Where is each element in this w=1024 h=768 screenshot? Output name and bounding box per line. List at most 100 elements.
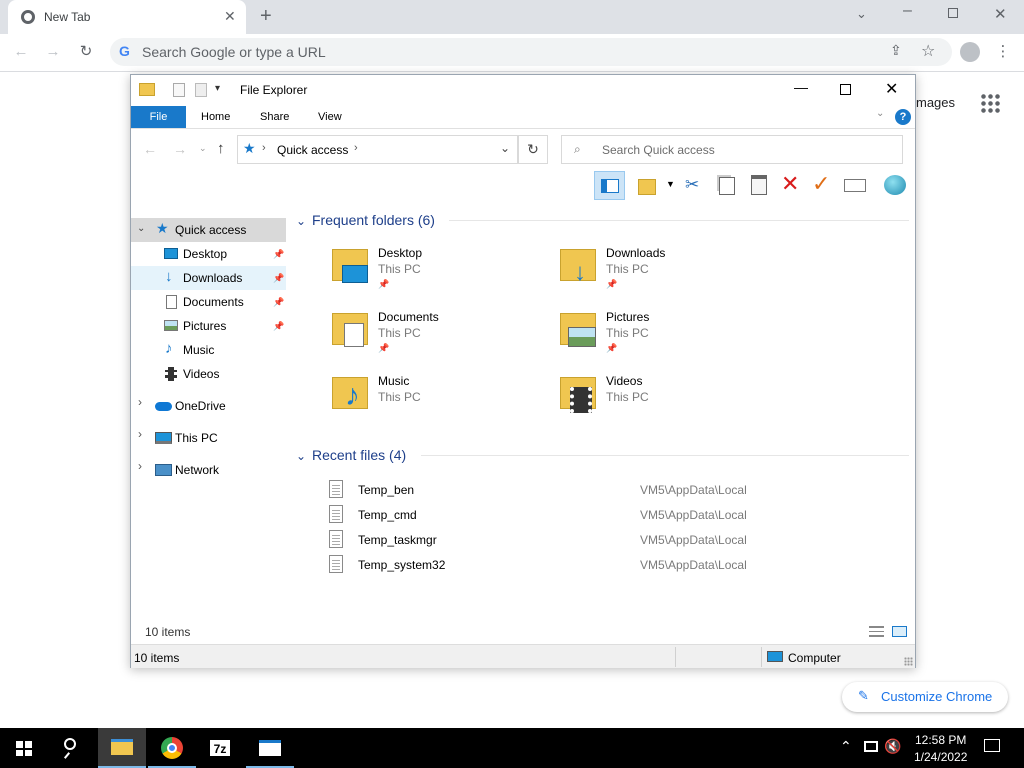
nav-item-desktop[interactable]: Desktop 📌 bbox=[131, 242, 286, 266]
apps-grid-icon[interactable] bbox=[980, 93, 1000, 113]
nav-item-this-pc[interactable]: › This PC bbox=[131, 426, 286, 450]
pin-icon[interactable]: 📌 bbox=[273, 297, 284, 308]
clock-time[interactable]: 12:58 PM bbox=[915, 733, 966, 747]
omnibox[interactable]: G Search Google or type a URL ⇪ ☆ bbox=[110, 38, 952, 66]
folder-tile-desktop[interactable]: Desktop This PC 📌 bbox=[327, 241, 537, 293]
nav-back-icon[interactable]: ← bbox=[143, 141, 157, 157]
forward-icon[interactable]: → bbox=[42, 42, 64, 62]
collapse-chevron-icon[interactable]: ⌄ bbox=[137, 223, 145, 234]
file-path: VM5\AppData\Local bbox=[640, 483, 747, 497]
folder-name: Downloads bbox=[606, 246, 666, 260]
frequent-folders-header[interactable]: Frequent folders (6) bbox=[312, 212, 435, 228]
expand-chevron-icon[interactable]: › bbox=[138, 459, 142, 473]
folder-tile-documents[interactable]: Documents This PC 📌 bbox=[327, 305, 537, 357]
copy-icon[interactable] bbox=[719, 177, 735, 195]
ribbon-tab-home[interactable]: Home bbox=[201, 108, 230, 126]
recent-file-row[interactable]: Temp_system32 VM5\AppData\Local bbox=[321, 553, 911, 577]
recent-locations-icon[interactable]: ⌄ bbox=[199, 143, 207, 154]
frequent-collapse-icon[interactable]: ⌄ bbox=[296, 214, 306, 228]
profile-avatar[interactable] bbox=[960, 42, 980, 62]
ribbon-tab-view[interactable]: View bbox=[318, 108, 342, 126]
nav-item-videos[interactable]: Videos bbox=[131, 362, 286, 386]
images-link[interactable]: mages bbox=[916, 95, 955, 110]
ribbon-tab-share[interactable]: Share bbox=[260, 108, 289, 126]
delete-icon[interactable]: ✕ bbox=[781, 171, 799, 197]
new-tab-icon[interactable]: + bbox=[260, 5, 272, 28]
restore-icon[interactable] bbox=[948, 8, 958, 18]
explorer-close-icon[interactable]: ✕ bbox=[885, 79, 898, 99]
address-bar[interactable]: ★ › Quick access › ⌄ bbox=[237, 135, 518, 164]
new-folder-icon[interactable] bbox=[638, 179, 656, 195]
resize-grip-icon[interactable] bbox=[904, 657, 913, 666]
taskbar-chrome[interactable] bbox=[148, 728, 196, 768]
taskbar-explorer[interactable] bbox=[98, 728, 146, 768]
recent-collapse-icon[interactable]: ⌄ bbox=[296, 449, 306, 463]
reload-icon[interactable]: ↻ bbox=[75, 42, 97, 62]
tab-search-icon[interactable]: ⌄ bbox=[856, 6, 867, 22]
folder-tile-downloads[interactable]: ↓ Downloads This PC 📌 bbox=[555, 241, 765, 293]
minimize-icon[interactable]: – bbox=[903, 2, 912, 20]
nav-label-music: Music bbox=[183, 343, 215, 357]
expand-chevron-icon[interactable]: › bbox=[138, 395, 142, 409]
paste-icon[interactable] bbox=[751, 175, 767, 195]
recent-file-row[interactable]: Temp_taskmgr VM5\AppData\Local bbox=[321, 528, 911, 552]
cut-icon[interactable]: ✂ bbox=[685, 175, 699, 195]
taskbar-search-button[interactable] bbox=[48, 728, 96, 768]
nav-item-music[interactable]: ♪ Music bbox=[131, 338, 286, 362]
close-icon[interactable]: ✕ bbox=[994, 5, 1007, 23]
recent-file-row[interactable]: Temp_ben VM5\AppData\Local bbox=[321, 478, 911, 502]
layout-pane-button[interactable] bbox=[594, 171, 625, 200]
explorer-minimize-icon[interactable]: — bbox=[794, 79, 808, 95]
nav-forward-icon[interactable]: → bbox=[173, 141, 187, 157]
pin-icon[interactable]: 📌 bbox=[273, 273, 284, 284]
tiles-view-icon[interactable] bbox=[892, 626, 907, 637]
address-dropdown-icon[interactable]: ⌄ bbox=[500, 141, 510, 155]
tray-chevron-icon[interactable]: ⌃ bbox=[840, 738, 852, 755]
folder-tile-music[interactable]: ♪ Music This PC bbox=[327, 369, 537, 421]
share-icon[interactable]: ⇪ bbox=[890, 42, 902, 59]
pin-icon[interactable]: 📌 bbox=[273, 321, 284, 332]
tab-close-icon[interactable]: ✕ bbox=[224, 8, 236, 25]
folder-name: Desktop bbox=[378, 246, 423, 260]
newfolder-dropdown-icon[interactable]: ▼ bbox=[666, 179, 675, 189]
rename-icon[interactable] bbox=[844, 179, 866, 192]
pin-icon[interactable]: 📌 bbox=[273, 249, 284, 260]
ribbon-expand-icon[interactable]: ⌄ bbox=[876, 108, 884, 119]
folder-tile-pictures[interactable]: Pictures This PC 📌 bbox=[555, 305, 765, 357]
notification-icon[interactable] bbox=[984, 739, 1000, 752]
nav-item-network[interactable]: › Network bbox=[131, 458, 286, 482]
menu-dots-icon[interactable]: ⋮ bbox=[992, 42, 1014, 62]
network-tray-icon[interactable] bbox=[864, 741, 878, 752]
volume-muted-icon[interactable]: 🔇 bbox=[884, 738, 901, 755]
folder-tile-videos[interactable]: Videos This PC bbox=[555, 369, 765, 421]
clock-date[interactable]: 1/24/2022 bbox=[914, 750, 967, 764]
details-view-icon[interactable] bbox=[869, 626, 884, 637]
explorer-maximize-icon[interactable] bbox=[840, 84, 851, 95]
taskbar-window[interactable] bbox=[246, 728, 294, 768]
qat-properties-icon[interactable] bbox=[173, 83, 185, 97]
nav-up-icon[interactable]: ↑ bbox=[217, 140, 225, 157]
nav-item-onedrive[interactable]: › OneDrive bbox=[131, 394, 286, 418]
recent-file-row[interactable]: Temp_cmd VM5\AppData\Local bbox=[321, 503, 911, 527]
globe-icon[interactable] bbox=[884, 175, 906, 195]
nav-item-documents[interactable]: Documents 📌 bbox=[131, 290, 286, 314]
expand-chevron-icon[interactable]: › bbox=[138, 427, 142, 441]
ribbon-tab-file[interactable]: File bbox=[131, 106, 186, 128]
nav-item-pictures[interactable]: Pictures 📌 bbox=[131, 314, 286, 338]
checkmark-icon[interactable]: ✓ bbox=[812, 171, 830, 197]
qat-newfolder-icon[interactable] bbox=[195, 83, 207, 97]
refresh-button[interactable]: ↻ bbox=[518, 135, 548, 164]
search-box[interactable]: ⌕ Search Quick access bbox=[561, 135, 903, 164]
help-icon[interactable]: ? bbox=[895, 109, 911, 125]
start-button[interactable] bbox=[0, 728, 48, 768]
qat-dropdown-icon[interactable]: ▾ bbox=[215, 83, 220, 94]
back-icon[interactable]: ← bbox=[10, 42, 32, 62]
customize-chrome-button[interactable]: ✎ Customize Chrome bbox=[842, 682, 1008, 712]
taskbar-7zip[interactable]: 7z bbox=[196, 728, 244, 768]
recent-files-header[interactable]: Recent files (4) bbox=[312, 447, 406, 463]
tab-new-tab[interactable]: New Tab ✕ bbox=[8, 0, 246, 34]
quick-access-star-icon: ★ bbox=[243, 140, 256, 156]
nav-item-quick-access[interactable]: ⌄ ★ Quick access bbox=[131, 218, 286, 242]
nav-item-downloads[interactable]: ↓ Downloads 📌 bbox=[131, 266, 286, 290]
bookmark-star-icon[interactable]: ☆ bbox=[921, 41, 935, 61]
